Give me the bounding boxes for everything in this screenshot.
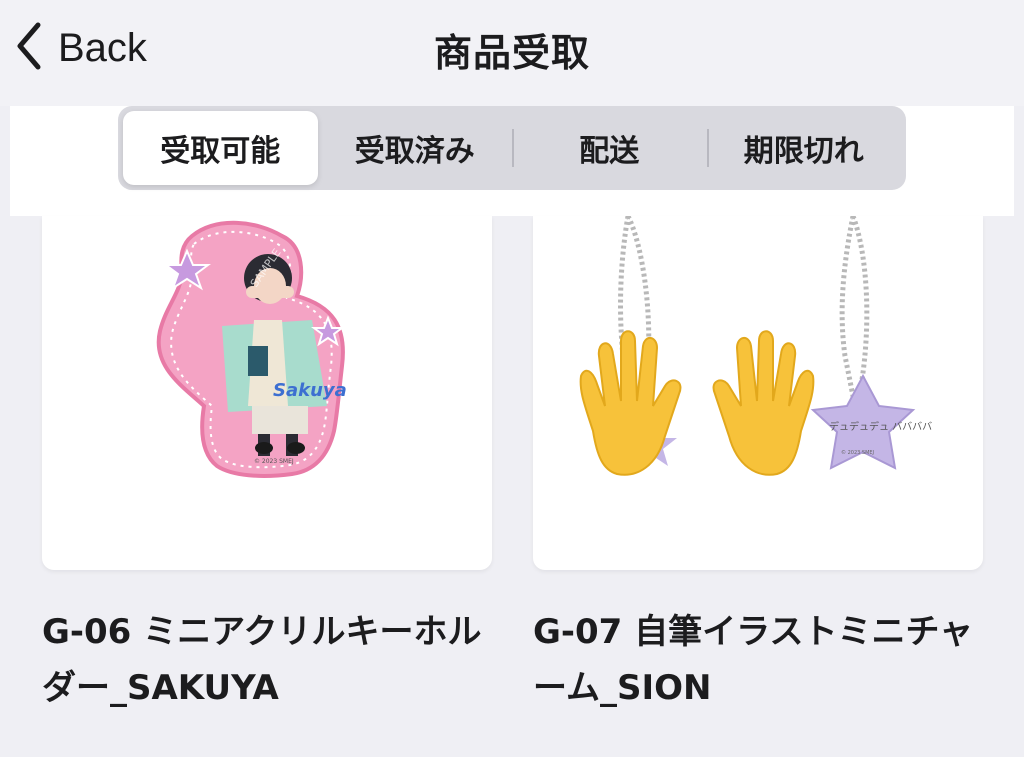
name-signature: Sakuya [273, 380, 347, 401]
page-title: 商品受取 [433, 31, 590, 75]
tab-shipping[interactable]: 配送 [512, 111, 707, 185]
product-card-sakuya[interactable]: Sakuya SAMPLE © 2023 SMEJ [42, 216, 492, 570]
acrylic-keyholder-image: Sakuya SAMPLE © 2023 SMEJ [156, 220, 347, 478]
navigation-bar: Back 商品受取 [0, 0, 1024, 106]
segment-bar: 受取可能 受取済み 配送 期限切れ [10, 106, 1014, 216]
product-card-sion[interactable]: デュデュデュ ババババ © 2023 SMEJ [533, 216, 983, 570]
charm-text: デュデュデュ ババババ [829, 420, 932, 433]
product-name-sakuya[interactable]: G-06 ミニアクリルキーホルダー_SAKUYA [42, 604, 512, 716]
mini-charm-image: デュデュデュ ババババ © 2023 SMEJ [579, 216, 932, 476]
tab-available[interactable]: 受取可能 [123, 111, 318, 185]
segmented-control: 受取可能 受取済み 配送 期限切れ [118, 106, 906, 190]
tab-expired[interactable]: 期限切れ [706, 111, 902, 185]
copyright-text: © 2023 SMEJ [841, 449, 874, 456]
copyright-text: © 2023 SMEJ [254, 458, 294, 465]
product-name-sion[interactable]: G-07 自筆イラストミニチャーム_SION [533, 604, 1003, 716]
tab-received[interactable]: 受取済み [318, 111, 513, 185]
